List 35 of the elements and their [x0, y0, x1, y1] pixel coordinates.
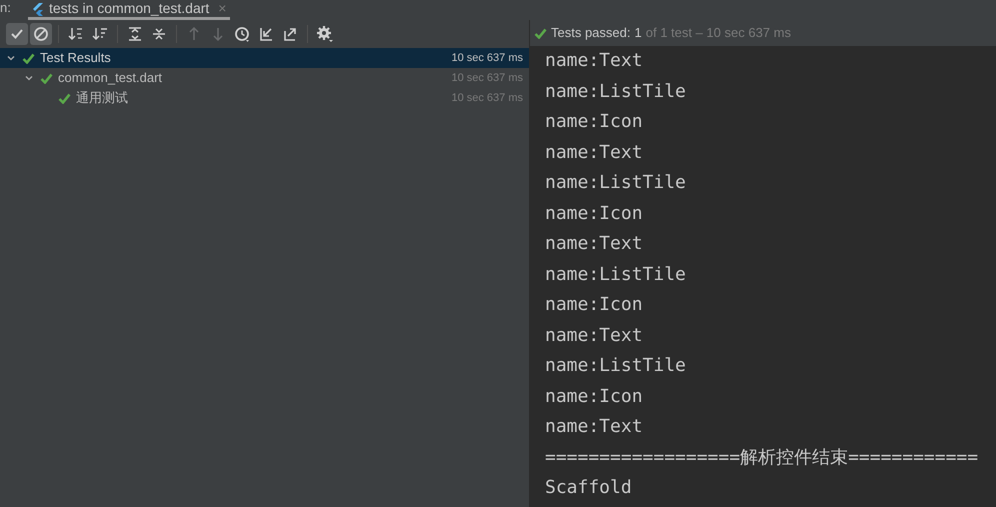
duration-label: 10 sec 637 ms	[451, 70, 523, 86]
status-label: Tests passed:	[551, 24, 630, 42]
tree-label: 通用测试	[76, 89, 128, 108]
console-line: name:Icon	[545, 293, 644, 317]
passed-count: 1	[634, 24, 642, 42]
console-line: name:Text	[545, 415, 644, 439]
console-line: name:Text	[545, 232, 644, 256]
tree-label: Test Results	[40, 49, 111, 68]
console-line: name:ListTile	[545, 80, 687, 104]
console-line: ==================解析控件结束============	[545, 446, 978, 470]
panel-label: n:	[0, 0, 12, 16]
console-line: name:Icon	[545, 202, 644, 226]
tree-label: common_test.dart	[58, 69, 162, 88]
console-line: Scaffold	[545, 476, 633, 500]
tree-row[interactable]: Test Results 10 sec 637 ms	[0, 48, 529, 68]
console-line: name:Text	[545, 140, 644, 164]
show-passed-icon[interactable]	[6, 23, 28, 45]
duration-label: 10 sec 637 ms	[451, 50, 523, 66]
settings-icon[interactable]	[314, 23, 336, 45]
check-icon	[40, 72, 53, 84]
console-line: name:Icon	[545, 384, 644, 408]
console-line: name:ListTile	[545, 354, 687, 378]
status-detail: of 1 test – 10 sec 637 ms	[646, 24, 791, 42]
duration-label: 10 sec 637 ms	[451, 90, 523, 106]
check-icon	[22, 52, 35, 64]
console-line: name:Text	[545, 49, 644, 73]
console-line: name:Text	[545, 324, 644, 348]
check-icon	[58, 92, 71, 104]
console-line: name:Icon	[545, 110, 644, 134]
tree-row[interactable]: 通用测试 10 sec 637 ms	[0, 88, 529, 108]
console-line: name:ListTile	[545, 171, 687, 195]
flutter-icon	[32, 2, 44, 16]
tree-row[interactable]: common_test.dart 10 sec 637 ms	[0, 68, 529, 88]
console-line: name:ListTile	[545, 262, 687, 286]
show-ignored-icon[interactable]	[30, 23, 52, 45]
